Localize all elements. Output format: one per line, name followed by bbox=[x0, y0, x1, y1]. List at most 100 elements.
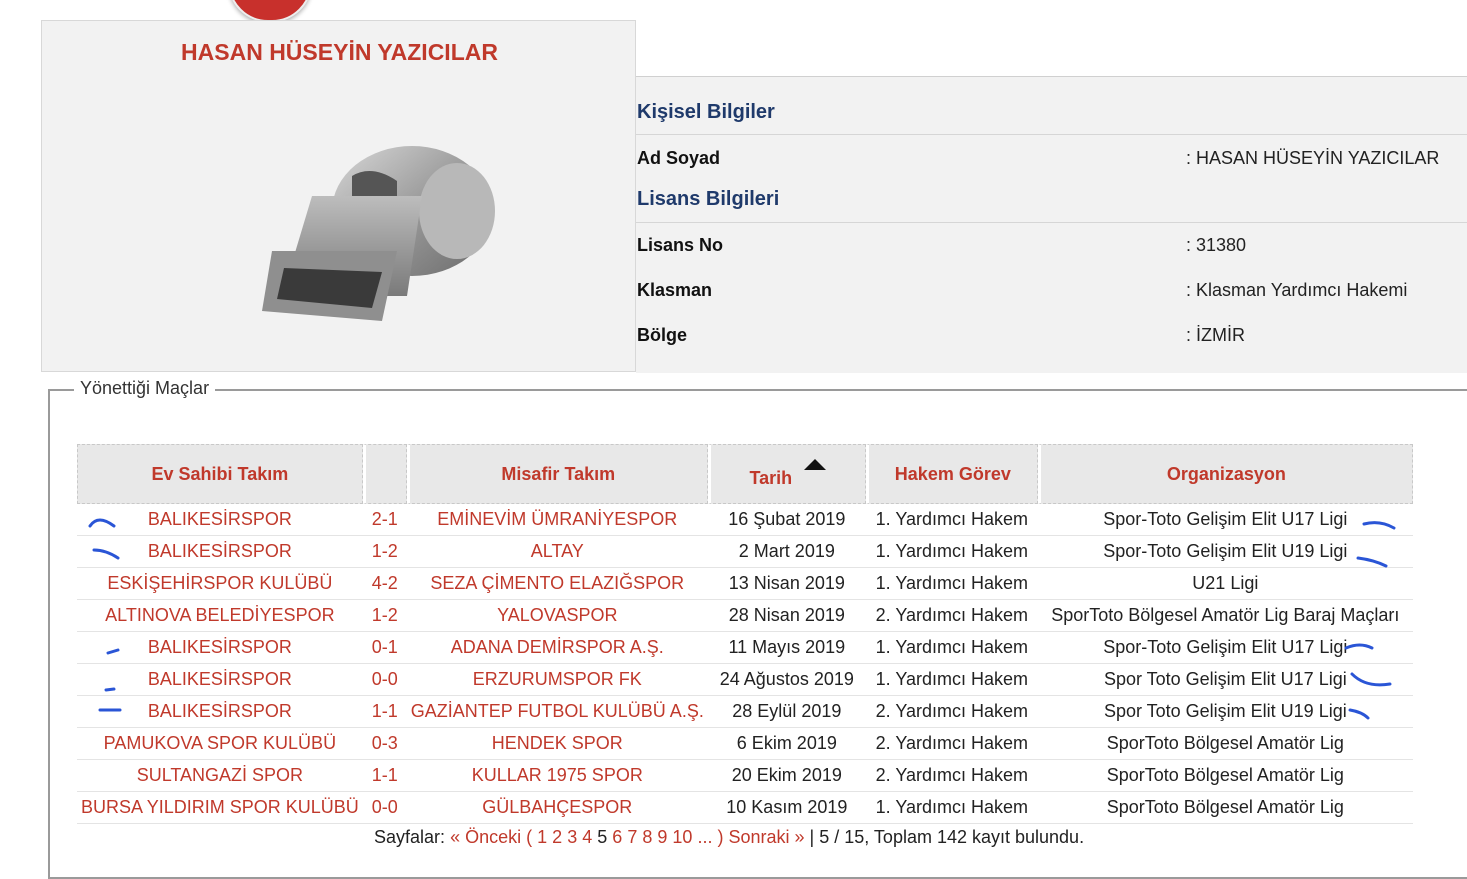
previous-page-link[interactable]: « Önceki bbox=[450, 827, 521, 847]
away-team-cell[interactable]: GAZİANTEP FUTBOL KULÜBÜ A.Ş. bbox=[406, 696, 708, 728]
annotation-mark bbox=[88, 518, 116, 528]
referee-role-cell: 2. Yardımcı Hakem bbox=[865, 760, 1038, 792]
away-team-cell[interactable]: HENDEK SPOR bbox=[406, 728, 708, 760]
more-pages-link[interactable]: ... ) bbox=[697, 827, 723, 847]
annotation-mark bbox=[106, 648, 120, 655]
table-row: SULTANGAZİ SPOR 1-1 KULLAR 1975 SPOR 20 Eki… bbox=[77, 760, 1413, 792]
column-date-label: Tarih bbox=[749, 468, 793, 488]
column-date[interactable]: Tarih bbox=[707, 444, 866, 504]
away-team-cell[interactable]: KULLAR 1975 SPOR bbox=[406, 760, 708, 792]
page-link-2[interactable]: 2 bbox=[552, 827, 562, 847]
score-cell[interactable]: 1-1 bbox=[362, 696, 407, 728]
organization-cell: SporToto Bölgesel Amatör Lig bbox=[1037, 760, 1413, 792]
home-team-cell[interactable]: SULTANGAZİ SPOR bbox=[77, 760, 363, 792]
annotation-mark bbox=[1350, 672, 1392, 687]
full-name-value: : HASAN HÜSEYİN YAZICILAR bbox=[1186, 148, 1440, 168]
current-page: 5 bbox=[597, 827, 608, 847]
match-date-cell: 28 Eylül 2019 bbox=[707, 696, 866, 728]
table-row: PAMUKOVA SPOR KULÜBÜ 0-3 HENDEK SPOR 6 Ekim… bbox=[77, 728, 1413, 760]
referee-role-cell: 1. Yardımcı Hakem bbox=[865, 536, 1038, 568]
away-team-cell[interactable]: SEZA ÇİMENTO ELAZIĞSPOR bbox=[406, 568, 708, 600]
page-link-3[interactable]: 3 bbox=[567, 827, 577, 847]
match-date-cell: 16 Şubat 2019 bbox=[707, 504, 866, 536]
pagination-open-paren: ( bbox=[526, 827, 533, 847]
organization-cell: SporToto Bölgesel Amatör Lig bbox=[1037, 792, 1413, 824]
score-cell[interactable]: 1-2 bbox=[362, 536, 407, 568]
annotation-mark bbox=[1348, 708, 1370, 720]
table-row: BALIKESİRSPOR 1-2 ALTAY 2 Mart 2019 1. Yardı… bbox=[77, 536, 1413, 568]
score-cell[interactable]: 0-0 bbox=[362, 664, 407, 696]
referee-role-cell: 1. Yardımcı Hakem bbox=[865, 664, 1038, 696]
page-link-4[interactable]: 4 bbox=[582, 827, 592, 847]
match-date-cell: 20 Ekim 2019 bbox=[707, 760, 866, 792]
score-cell[interactable]: 2-1 bbox=[362, 504, 407, 536]
matches-legend: Yönettiği Maçlar bbox=[74, 378, 216, 399]
away-team-cell[interactable]: ALTAY bbox=[406, 536, 708, 568]
away-team-cell[interactable]: GÜLBAHÇESPOR bbox=[406, 792, 708, 824]
home-team-cell[interactable]: ESKİŞEHİRSPOR KULÜBÜ bbox=[77, 568, 363, 600]
referee-role-cell: 1. Yardımcı Hakem bbox=[865, 568, 1038, 600]
score-cell[interactable]: 1-1 bbox=[362, 760, 407, 792]
home-team-cell[interactable]: PAMUKOVA SPOR KULÜBÜ bbox=[77, 728, 363, 760]
annotation-mark bbox=[98, 708, 122, 712]
away-team-cell[interactable]: YALOVASPOR bbox=[406, 600, 708, 632]
score-cell[interactable]: 4-2 bbox=[362, 568, 407, 600]
match-date-cell: 24 Ağustos 2019 bbox=[707, 664, 866, 696]
full-name-label: Ad Soyad bbox=[637, 148, 721, 168]
home-team-cell[interactable]: ALTINOVA BELEDİYESPOR bbox=[77, 600, 363, 632]
table-row: BALIKESİRSPOR 1-1 GAZİANTEP FUTBOL KULÜBÜ … bbox=[77, 696, 1413, 728]
referee-role-cell: 2. Yardımcı Hakem bbox=[865, 728, 1038, 760]
column-organization[interactable]: Organizasyon bbox=[1037, 444, 1413, 504]
page-link-9[interactable]: 9 bbox=[657, 827, 667, 847]
classification-value: : Klasman Yardımcı Hakemi bbox=[1186, 280, 1408, 300]
column-score bbox=[362, 444, 407, 504]
score-cell[interactable]: 0-1 bbox=[362, 632, 407, 664]
federation-logo bbox=[228, 0, 312, 22]
page-link-8[interactable]: 8 bbox=[642, 827, 652, 847]
annotation-mark bbox=[1356, 556, 1388, 568]
divider bbox=[636, 222, 1467, 223]
table-row: ESKİŞEHİRSPOR KULÜBÜ 4-2 SEZA ÇİMENTO ELAZ… bbox=[77, 568, 1413, 600]
annotation-mark bbox=[1362, 521, 1396, 530]
personal-info-title: Kişisel Bilgiler bbox=[637, 101, 775, 123]
referee-role-cell: 2. Yardımcı Hakem bbox=[865, 696, 1038, 728]
whistle-icon bbox=[262, 146, 495, 321]
referee-role-cell: 2. Yardımcı Hakem bbox=[865, 600, 1038, 632]
column-away-team[interactable]: Misafir Takım bbox=[406, 444, 708, 504]
table-row: BALIKESİRSPOR 2-1 EMİNEVİM ÜMRANİYESPOR 16 … bbox=[77, 504, 1413, 536]
classification-label: Klasman bbox=[637, 280, 713, 300]
annotation-mark bbox=[92, 548, 120, 560]
pagination: Sayfalar: « Önceki ( 1 2 3 4 5 6 7 8 9 1… bbox=[374, 827, 1084, 848]
referee-role-cell: 1. Yardımcı Hakem bbox=[865, 792, 1038, 824]
annotation-mark bbox=[104, 687, 116, 692]
referee-profile-card: HASAN HÜSEYİN YAZICILAR bbox=[41, 20, 636, 372]
next-page-link[interactable]: Sonraki » bbox=[728, 827, 804, 847]
match-date-cell: 13 Nisan 2019 bbox=[707, 568, 866, 600]
pagination-summary: | 5 / 15, Toplam 142 kayıt bulundu. bbox=[809, 827, 1085, 847]
score-cell[interactable]: 1-2 bbox=[362, 600, 407, 632]
table-row: BALIKESİRSPOR 0-0 ERZURUMSPOR FK 24 Ağustos… bbox=[77, 664, 1413, 696]
organization-cell: SporToto Bölgesel Amatör Lig bbox=[1037, 728, 1413, 760]
sort-ascending-icon[interactable] bbox=[804, 459, 827, 470]
table-row: ALTINOVA BELEDİYESPOR 1-2 YALOVASPOR 28 Nis… bbox=[77, 600, 1413, 632]
referee-info-panel: Kişisel Bilgiler Ad Soyad : HASAN HÜSEYİ… bbox=[636, 76, 1467, 373]
match-date-cell: 28 Nisan 2019 bbox=[707, 600, 866, 632]
away-team-cell[interactable]: ERZURUMSPOR FK bbox=[406, 664, 708, 696]
license-info-title: Lisans Bilgileri bbox=[637, 188, 780, 210]
score-cell[interactable]: 0-0 bbox=[362, 792, 407, 824]
page-link-1[interactable]: 1 bbox=[537, 827, 547, 847]
home-team-cell[interactable]: BURSA YILDIRIM SPOR KULÜBÜ bbox=[77, 792, 363, 824]
score-cell[interactable]: 0-3 bbox=[362, 728, 407, 760]
license-no-label: Lisans No bbox=[637, 235, 724, 255]
match-date-cell: 11 Mayıs 2019 bbox=[707, 632, 866, 664]
referee-role-cell: 1. Yardımcı Hakem bbox=[865, 504, 1038, 536]
column-home-team[interactable]: Ev Sahibi Takım bbox=[77, 444, 363, 504]
away-team-cell[interactable]: ADANA DEMİRSPOR A.Ş. bbox=[406, 632, 708, 664]
region-label: Bölge bbox=[637, 325, 688, 345]
column-referee-role[interactable]: Hakem Görev bbox=[865, 444, 1038, 504]
page-link-10[interactable]: 10 bbox=[672, 827, 692, 847]
away-team-cell[interactable]: EMİNEVİM ÜMRANİYESPOR bbox=[406, 504, 708, 536]
page-link-6[interactable]: 6 bbox=[612, 827, 622, 847]
page-link-7[interactable]: 7 bbox=[627, 827, 637, 847]
match-date-cell: 2 Mart 2019 bbox=[707, 536, 866, 568]
